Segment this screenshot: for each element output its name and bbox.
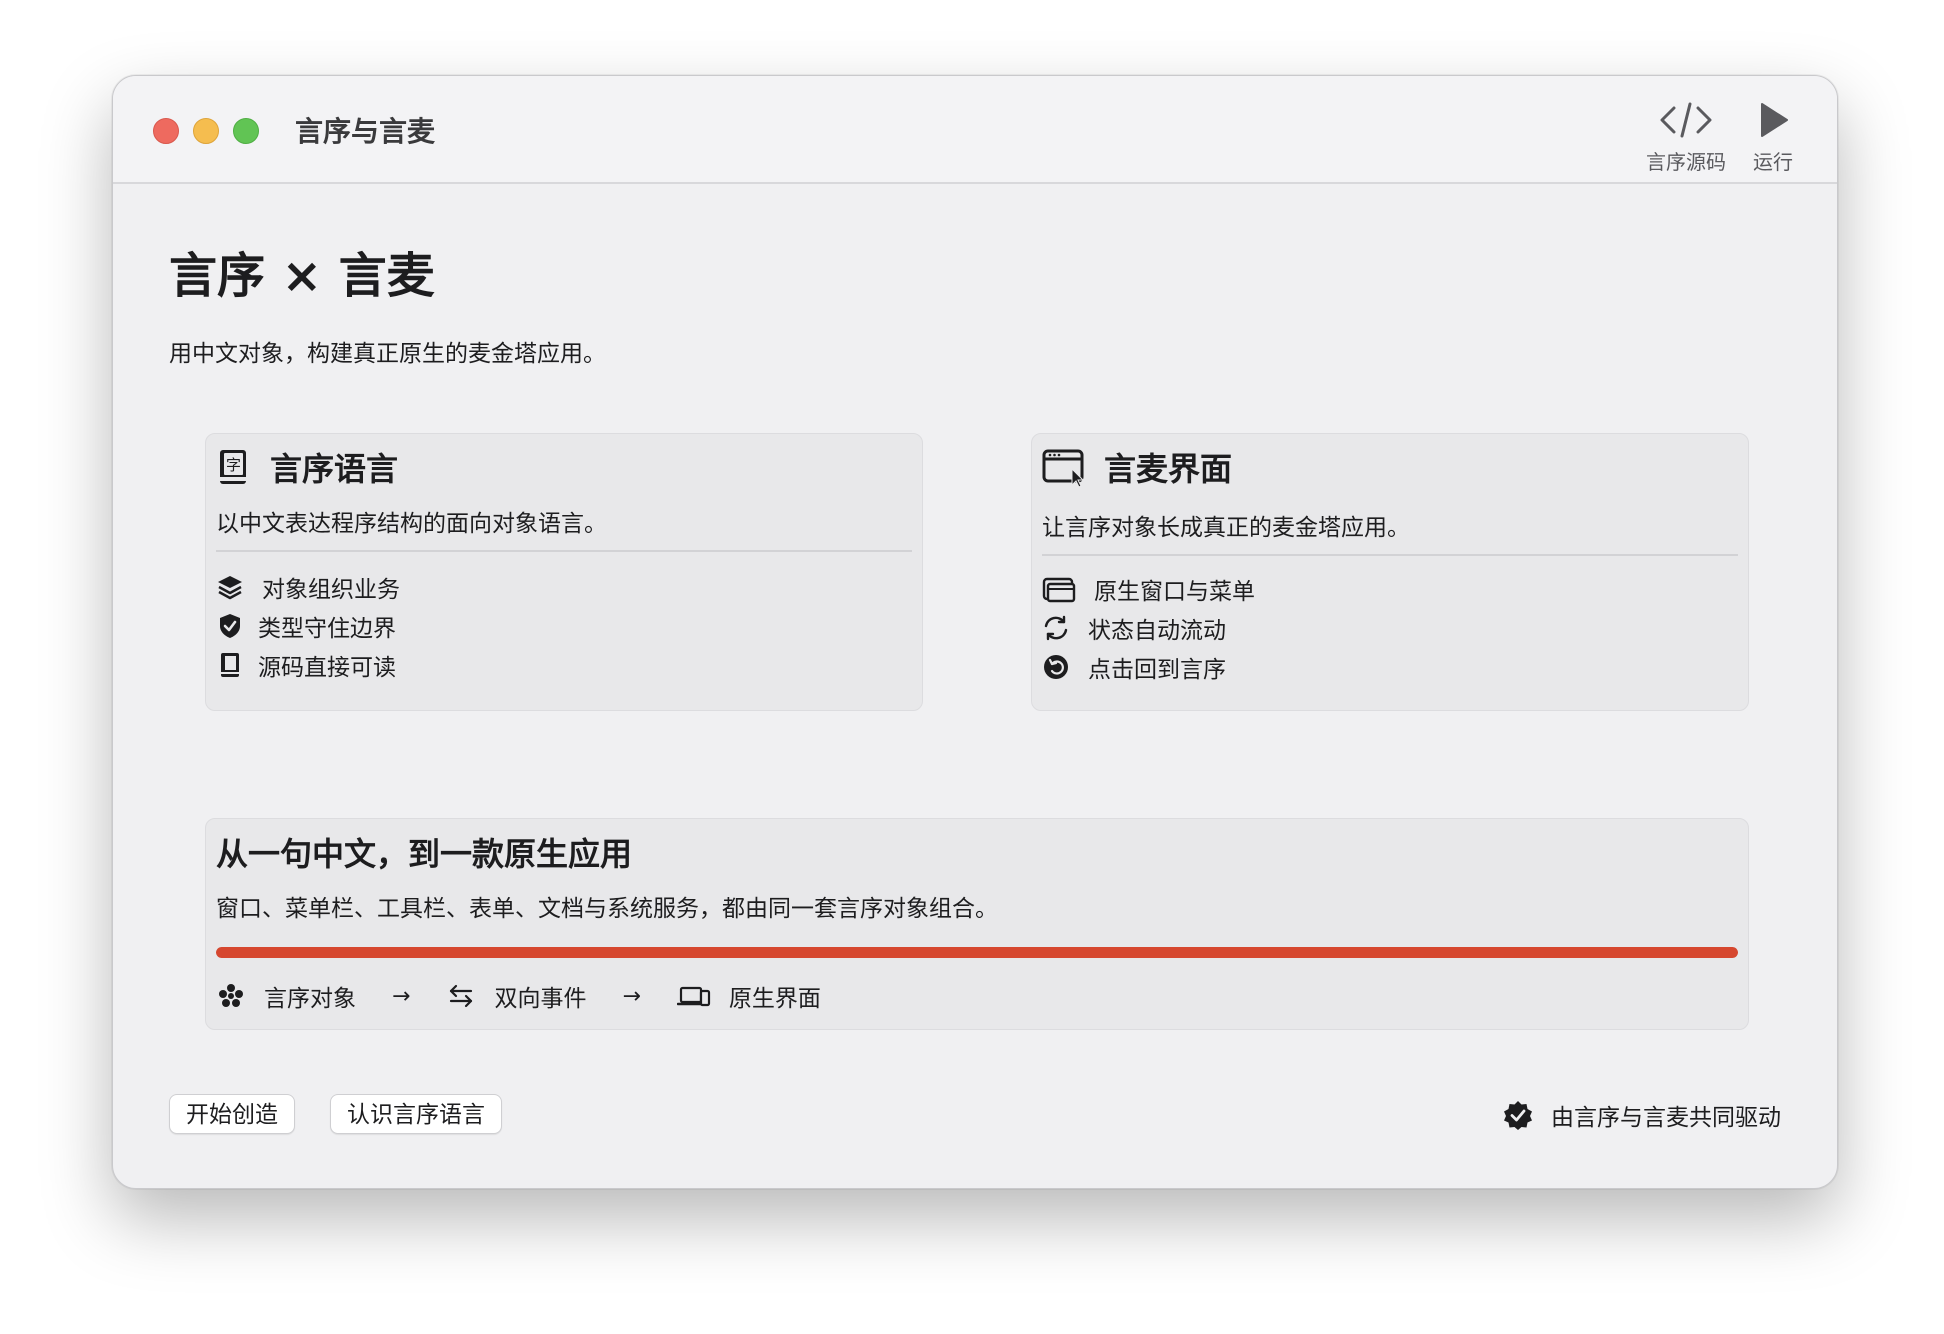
cluster-dots-icon xyxy=(219,984,243,1007)
feature-label: 类型守住边界 xyxy=(258,616,396,642)
shield-check-icon xyxy=(220,614,240,638)
flow-step: 言序对象 xyxy=(216,979,356,1013)
minimize-window-button[interactable] xyxy=(193,118,219,144)
flow-title: 从一句中文，到一款原生应用 xyxy=(216,835,633,873)
interface-card-title: 言麦界面 xyxy=(1104,450,1233,488)
language-card-header: 字 言序语言 xyxy=(216,444,398,490)
arrow-icon: → xyxy=(392,983,411,1009)
page-title: 言序 × 言麦 xyxy=(169,248,435,304)
run-button[interactable]: 运行 xyxy=(1745,96,1801,175)
zoom-window-button[interactable] xyxy=(233,118,259,144)
close-window-button[interactable] xyxy=(153,118,179,144)
source-code-button[interactable]: 言序源码 xyxy=(1641,96,1731,175)
flow-step-label: 原生界面 xyxy=(728,986,821,1012)
feature-item: 原生窗口与菜单 xyxy=(1042,572,1255,606)
feature-label: 源码直接可读 xyxy=(258,655,396,681)
language-card: 字 言序语言 以中文表达程序结构的面向对象语言。 对象组织业务 类型守住边界 源… xyxy=(205,433,923,711)
app-window: 言序与言麦 言序源码 运行 言序 × 言麦 用中文对象，构建真正原生的麦金塔应用… xyxy=(112,75,1838,1189)
feature-label: 对象组织业务 xyxy=(262,577,400,603)
verified-seal-icon xyxy=(1504,1101,1532,1130)
run-label: 运行 xyxy=(1753,150,1793,174)
flow-card: 从一句中文，到一款原生应用 窗口、菜单栏、工具栏、表单、文档与系统服务，都由同一… xyxy=(205,818,1749,1030)
book-icon xyxy=(221,653,239,677)
flow-description: 窗口、菜单栏、工具栏、表单、文档与系统服务，都由同一套言序对象组合。 xyxy=(216,896,998,922)
flow-steps: 言序对象 → 双向事件 → 原生界面 xyxy=(216,979,821,1013)
feature-item: 点击回到言序 xyxy=(1042,650,1226,684)
divider xyxy=(1042,554,1738,556)
flow-step: 双向事件 xyxy=(446,979,586,1013)
code-brackets-icon xyxy=(1660,102,1712,138)
feature-item: 类型守住边界 xyxy=(216,609,396,643)
interface-card: 言麦界面 让言序对象长成真正的麦金塔应用。 原生窗口与菜单 状态自动流动 点击回… xyxy=(1031,433,1749,711)
flow-step-label: 言序对象 xyxy=(264,986,356,1012)
character-book-icon: 字 xyxy=(220,450,246,484)
flow-step: 原生界面 xyxy=(676,979,821,1013)
start-creating-button[interactable]: 开始创造 xyxy=(169,1094,295,1134)
play-icon xyxy=(1761,103,1788,137)
flow-step-label: 双向事件 xyxy=(494,986,587,1012)
page-subtitle: 用中文对象，构建真正原生的麦金塔应用。 xyxy=(169,341,606,367)
svg-text:字: 字 xyxy=(226,456,241,474)
title-bar: 言序与言麦 言序源码 运行 xyxy=(113,76,1837,184)
language-card-title: 言序语言 xyxy=(270,450,399,488)
progress-bar xyxy=(216,947,1738,958)
arrow-icon: → xyxy=(622,983,641,1009)
feature-item: 对象组织业务 xyxy=(216,570,400,604)
divider xyxy=(216,550,912,552)
feature-label: 原生窗口与菜单 xyxy=(1094,579,1255,605)
interface-card-description: 让言序对象长成真正的麦金塔应用。 xyxy=(1042,515,1410,541)
learn-language-button[interactable]: 认识言序语言 xyxy=(330,1094,502,1134)
progress-fill xyxy=(216,947,1738,958)
sync-arrows-icon xyxy=(1044,615,1068,641)
interface-card-header: 言麦界面 xyxy=(1042,444,1232,490)
window-cursor-icon xyxy=(1042,449,1085,487)
feature-item: 状态自动流动 xyxy=(1042,611,1226,645)
laptop-phone-icon xyxy=(676,986,710,1007)
window-title: 言序与言麦 xyxy=(295,115,436,148)
feature-item: 源码直接可读 xyxy=(216,648,396,682)
feature-label: 状态自动流动 xyxy=(1088,618,1226,644)
swap-arrows-icon xyxy=(450,984,473,1008)
windows-icon xyxy=(1042,577,1076,603)
powered-by-label: 由言序与言麦共同驱动 xyxy=(1551,1105,1781,1131)
language-card-description: 以中文表达程序结构的面向对象语言。 xyxy=(216,511,607,537)
source-code-label: 言序源码 xyxy=(1646,150,1726,174)
return-circle-icon xyxy=(1044,655,1068,679)
layers-icon xyxy=(218,576,242,600)
powered-by-badge: 由言序与言麦共同驱动 xyxy=(1503,1098,1781,1132)
feature-label: 点击回到言序 xyxy=(1088,657,1226,683)
